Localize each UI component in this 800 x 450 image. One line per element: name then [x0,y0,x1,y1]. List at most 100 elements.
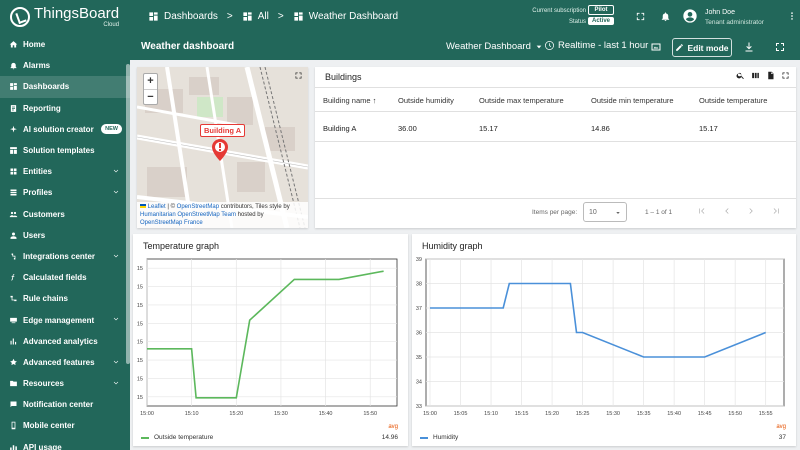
x-tick-label: 15:55 [759,411,773,417]
chevron-down-icon[interactable] [112,167,120,177]
table-cell[interactable]: 15.17 [479,124,498,133]
sidebar-item-dashboards[interactable]: Dashboards [0,76,130,98]
fullscreen-icon[interactable] [774,41,786,55]
y-tick-label: 15 [137,303,143,309]
logo[interactable]: ThingsBoard Cloud [0,0,130,34]
mobile-icon [8,421,18,431]
map-widget[interactable]: + − Building A Leaflet | © OpenStreetMap… [137,67,308,228]
edge-icon [8,315,18,325]
sidebar-item-label: Calculated fields [23,273,87,283]
osm-france-link[interactable]: OpenStreetMap France [140,220,203,226]
chevron-down-icon[interactable] [112,379,120,389]
column-header-outside-temperature[interactable]: Outside temperature [699,96,767,105]
chevron-down-icon[interactable] [112,358,120,368]
prev-page-icon[interactable] [722,206,732,218]
table-cell[interactable]: 14.86 [591,124,610,133]
hot-link[interactable]: Humanitarian OpenStreetMap Team [140,212,236,218]
breadcrumb: Dashboards > All > Weather Dashboard [148,11,398,22]
breadcrumb-current: Weather Dashboard [308,11,399,22]
sidebar-item-calculated-fields[interactable]: Calculated fields [0,267,130,288]
avg-value: 37 [778,434,786,441]
plan-badge[interactable]: Pilot [588,5,615,15]
integration-icon [8,251,18,261]
x-tick-label: 15:25 [576,411,590,417]
table-cell[interactable]: Building A [323,124,356,133]
sidebar-item-customers[interactable]: Customers [0,204,130,225]
fullscreen-icon[interactable] [781,71,790,80]
first-page-icon[interactable] [697,206,707,218]
search-icon[interactable] [736,71,745,80]
user-info[interactable]: John Doe Tenant administrator [705,8,764,28]
avg-value: 14.96 [381,434,398,441]
zoom-in-button[interactable]: + [144,74,157,89]
fullscreen-icon[interactable] [635,11,646,22]
chart-legend[interactable]: Humidity [420,434,458,441]
column-header-outside-min-temperature[interactable]: Outside min temperature [591,96,674,105]
export-file-icon[interactable] [766,71,775,80]
sidebar-item-alarms[interactable]: Alarms [0,55,130,76]
temperature-chart[interactable]: 15 15 15 15 15 15 15 15 15:00 15:10 15:20 15:30 15:4… [133,234,408,446]
breadcrumb-dashboards[interactable]: Dashboards [164,11,218,22]
sidebar-item-integrations-center[interactable]: Integrations center [0,246,130,267]
breadcrumb-all[interactable]: All [258,11,269,22]
next-page-icon[interactable] [746,206,756,218]
sidebar-item-solution-templates[interactable]: Solution templates [0,140,130,161]
more-vert-icon[interactable] [787,11,797,23]
x-tick-label: 15:10 [484,411,498,417]
map-marker-icon[interactable] [212,139,228,161]
sidebar-item-notification-center[interactable]: Notification center [0,394,130,415]
column-header-outside-humidity[interactable]: Outside humidity [398,96,454,105]
sidebar-item-advanced-analytics[interactable]: Advanced analytics [0,331,130,352]
zoom-out-button[interactable]: − [144,89,157,104]
sidebar-item-advanced-features[interactable]: Advanced features [0,352,130,373]
columns-icon[interactable] [751,71,760,80]
analytics-icon [8,336,18,346]
sidebar-item-label: Resources [23,379,64,389]
humidity-chart[interactable]: 33 34 35 36 37 38 39 15:00 15:05 15:10 15:15 15:20 1… [412,234,796,446]
avatar[interactable] [682,8,698,24]
timewindow-button[interactable]: Realtime - last 1 hour [544,40,648,51]
sidebar-item-resources[interactable]: Resources [0,373,130,394]
sidebar-item-edge-management[interactable]: Edge management [0,309,130,330]
sidebar-item-entities[interactable]: Entities [0,161,130,182]
sidebar-item-label: API usage [23,442,62,450]
x-tick-label: 15:00 [140,411,154,417]
map-fullscreen-icon[interactable] [294,71,303,82]
new-badge: NEW [101,123,122,134]
report-icon [8,103,18,113]
column-header-outside-max-temperature[interactable]: Outside max temperature [479,96,564,105]
sidebar-item-rule-chains[interactable]: Rule chains [0,288,130,309]
notifications-bell-icon[interactable] [660,11,671,22]
chart-legend[interactable]: Outside temperature [141,434,213,441]
sidebar-scrollbar[interactable] [126,64,130,364]
template-icon [8,146,18,156]
legend-label: Humidity [433,434,459,441]
column-header-building-name[interactable]: Building name ↑ [323,96,376,105]
chevron-down-icon[interactable] [112,252,120,262]
series-line [430,282,766,358]
table-cell[interactable]: 36.00 [398,124,417,133]
last-page-icon[interactable] [771,206,781,218]
download-icon[interactable] [743,41,755,55]
sidebar-item-home[interactable]: Home [0,34,130,55]
chevron-down-icon[interactable] [112,315,120,325]
page-size-select[interactable]: 10 [583,202,627,222]
rule-chain-icon [8,294,18,304]
features-icon [8,357,18,367]
sidebar-item-reporting[interactable]: Reporting [0,98,130,119]
image-export-icon[interactable] [650,41,662,55]
sidebar-item-ai-solution-creator[interactable]: AI solution creator NEW [0,119,130,140]
dashboard-selector[interactable]: Weather Dashboard [446,41,543,52]
leaflet-link[interactable]: Leaflet [148,204,166,210]
sidebar-item-profiles[interactable]: Profiles [0,182,130,203]
profiles-icon [8,188,18,198]
sidebar-item-mobile-center[interactable]: Mobile center [0,415,130,436]
chevron-down-icon[interactable] [112,188,120,198]
legend-label: Outside temperature [154,434,214,441]
table-cell[interactable]: 15.17 [699,124,718,133]
sidebar-item-users[interactable]: Users [0,225,130,246]
map-marker-label[interactable]: Building A [200,124,246,137]
sidebar-item-api-usage[interactable]: API usage [0,437,130,450]
osm-link[interactable]: OpenStreetMap [177,204,219,210]
edit-mode-button[interactable]: Edit mode [672,38,732,57]
